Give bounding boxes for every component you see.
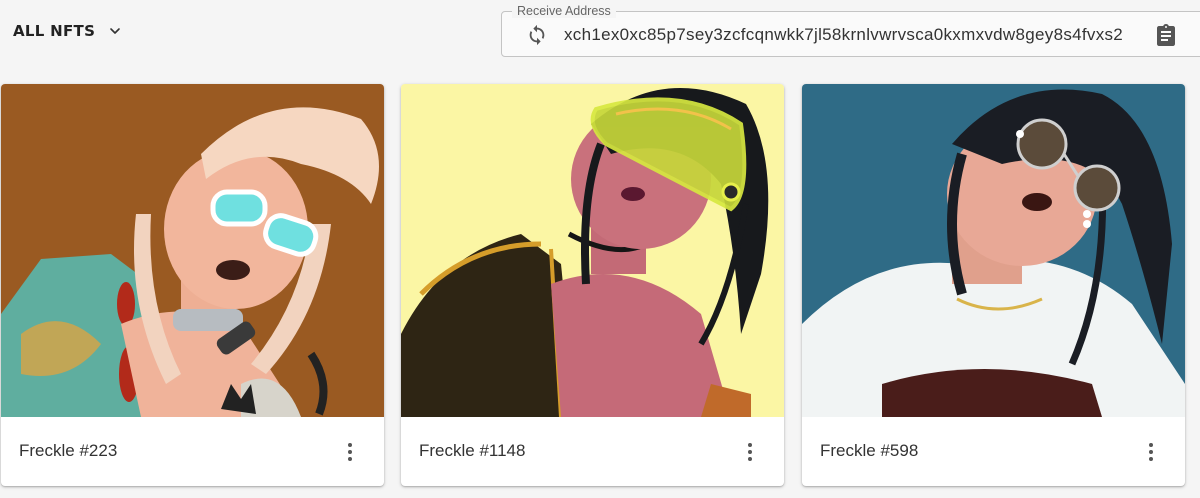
nft-card[interactable]: Freckle #598 <box>802 84 1185 486</box>
more-vert-icon[interactable] <box>338 440 362 464</box>
receive-address-field[interactable]: Receive Address xch1ex0xc85p7sey3zcfcqnw… <box>501 4 1200 57</box>
top-bar: ALL NFTS Receive Address xch1ex0xc85p7se… <box>0 0 1200 70</box>
clipboard-icon[interactable] <box>1154 23 1178 47</box>
more-vert-icon[interactable] <box>1139 440 1163 464</box>
filter-label: ALL NFTS <box>13 22 96 40</box>
nft-card[interactable]: Freckle #1148 <box>401 84 784 486</box>
nft-image[interactable] <box>1 84 384 417</box>
refresh-icon[interactable] <box>526 24 548 46</box>
receive-address-label: Receive Address <box>512 4 616 18</box>
nft-title: Freckle #223 <box>19 441 118 460</box>
receive-address-value[interactable]: xch1ex0xc85p7sey3zcfcqnwkk7jl58krnlvwrvs… <box>564 25 1154 45</box>
nft-filter-dropdown[interactable]: ALL NFTS <box>13 22 123 40</box>
nft-image[interactable] <box>802 84 1185 417</box>
more-vert-icon[interactable] <box>738 440 762 464</box>
nft-title: Freckle #598 <box>820 441 919 460</box>
chevron-down-icon <box>110 28 120 34</box>
nft-image[interactable] <box>401 84 784 417</box>
nft-grid: Freckle #223 Freckle #1148 Freckle #598 <box>0 84 1200 488</box>
nft-title: Freckle #1148 <box>419 441 526 460</box>
nft-card[interactable]: Freckle #223 <box>1 84 384 486</box>
